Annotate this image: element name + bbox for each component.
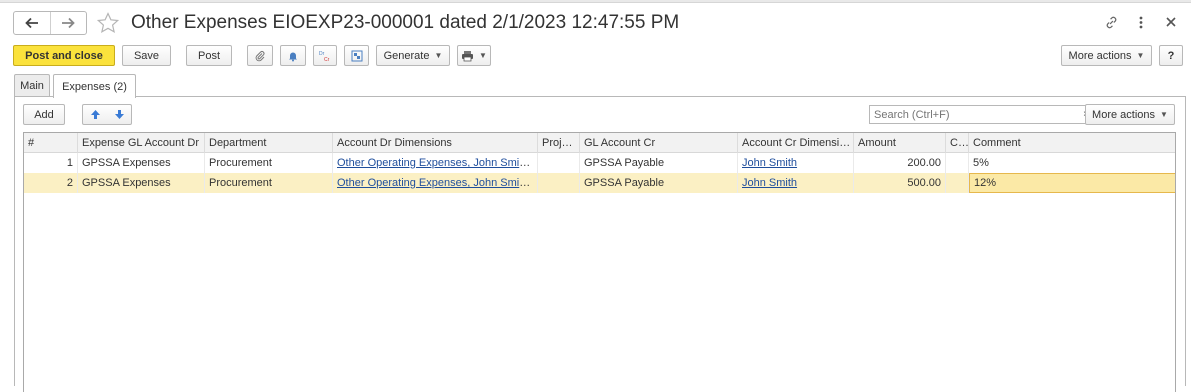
expenses-table: # Expense GL Account Dr Department Accou… [23, 132, 1176, 392]
table-row[interactable]: 2 GPSSA Expenses Procurement Other Opera… [24, 173, 1175, 193]
comment-cell-editing[interactable]: 12% [969, 173, 1175, 193]
window-top-strip [0, 0, 1191, 3]
account-dr-dimensions-cell[interactable]: Other Operating Expenses, John Smit… [333, 173, 538, 193]
account-cr-dimensions-link[interactable]: John Smith [742, 177, 797, 189]
bell-icon [289, 52, 297, 61]
page-title: Other Expenses EIOEXP23-000001 dated 2/1… [131, 12, 680, 33]
expense-gl-account-dr-cell[interactable]: GPSSA Expenses [78, 153, 205, 173]
department-cell[interactable]: Procurement [205, 173, 333, 193]
account-cr-dimensions-link[interactable]: John Smith [742, 157, 797, 169]
star-icon[interactable] [96, 11, 120, 35]
move-up-icon[interactable] [90, 109, 101, 120]
account-dr-dimensions-link[interactable]: Other Operating Expenses, John Smit… [337, 177, 533, 189]
move-down-icon[interactable] [114, 109, 125, 120]
row-number: 2 [24, 173, 78, 193]
column-header[interactable]: Comment [969, 133, 1175, 153]
move-buttons [82, 104, 132, 125]
chevron-down-icon: ▼ [434, 51, 443, 60]
expenses-panel: Add × More actions▼ # Expense GL Account… [14, 96, 1186, 392]
save-button[interactable]: Save [122, 45, 171, 66]
generate-button[interactable]: Generate ▼ [376, 45, 450, 66]
post-and-close-button[interactable]: Post and close [13, 45, 115, 66]
department-cell[interactable]: Procurement [205, 153, 333, 173]
title-bar: Other Expenses EIOEXP23-000001 dated 2/1… [0, 6, 1191, 40]
more-actions-label: More actions [1068, 49, 1132, 62]
column-header[interactable]: Department [205, 133, 333, 153]
arrow-right-icon [62, 17, 76, 29]
account-cr-dimensions-cell[interactable]: John Smith [738, 173, 854, 193]
expense-gl-account-dr-cell[interactable]: GPSSA Expenses [78, 173, 205, 193]
column-header[interactable]: C… [946, 133, 969, 153]
post-button[interactable]: Post [186, 45, 232, 66]
column-header[interactable]: Expense GL Account Dr [78, 133, 205, 153]
comment-cell[interactable]: 5% [969, 153, 1175, 173]
reminder-button[interactable] [280, 45, 306, 66]
c-cell[interactable] [946, 173, 969, 193]
structure-button[interactable] [344, 45, 369, 66]
chevron-down-icon: ▼ [1160, 110, 1168, 119]
gl-account-cr-cell[interactable]: GPSSA Payable [580, 153, 738, 173]
panel-more-actions-button[interactable]: More actions ▼ [1085, 104, 1175, 125]
column-header[interactable]: Account Cr Dimensi… [738, 133, 854, 153]
svg-text:Cr: Cr [324, 57, 330, 63]
account-cr-dimensions-cell[interactable]: John Smith [738, 153, 854, 173]
panel-more-actions-label: More actions [1092, 108, 1156, 121]
column-header[interactable]: Proj… [538, 133, 580, 153]
column-header[interactable]: Amount [854, 133, 946, 153]
paperclip-icon [255, 50, 265, 61]
back-button[interactable] [14, 12, 50, 34]
table-header: # Expense GL Account Dr Department Accou… [24, 133, 1175, 153]
project-cell[interactable] [538, 173, 580, 193]
amount-cell[interactable]: 500.00 [854, 173, 946, 193]
tab-main[interactable]: Main [14, 74, 50, 97]
search-input[interactable] [869, 105, 1078, 124]
column-header[interactable]: GL Account Cr [580, 133, 738, 153]
forward-button[interactable] [49, 12, 87, 34]
column-header[interactable]: Account Dr Dimensions [333, 133, 538, 153]
chevron-down-icon: ▼ [479, 51, 487, 60]
chevron-down-icon: ▼ [1136, 51, 1145, 60]
account-dr-dimensions-cell[interactable]: Other Operating Expenses, John Smit… [333, 153, 538, 173]
more-actions-button[interactable]: More actions ▼ [1061, 45, 1152, 66]
gl-account-cr-cell[interactable]: GPSSA Payable [580, 173, 738, 193]
print-button[interactable]: ▼ [457, 45, 491, 66]
structure-icon [351, 50, 362, 61]
table-row[interactable]: 1 GPSSA Expenses Procurement Other Opera… [24, 153, 1175, 173]
account-dr-dimensions-link[interactable]: Other Operating Expenses, John Smit… [337, 157, 533, 169]
dr-cr-button[interactable]: Dr Cr [313, 45, 337, 66]
help-button[interactable]: ? [1159, 45, 1183, 66]
tab-expenses[interactable]: Expenses (2) [53, 74, 136, 98]
amount-cell[interactable]: 200.00 [854, 153, 946, 173]
add-button[interactable]: Add [23, 104, 65, 125]
link-icon[interactable] [1103, 14, 1119, 30]
project-cell[interactable] [538, 153, 580, 173]
attach-button[interactable] [247, 45, 273, 66]
panel-toolbar: Add × More actions▼ [15, 97, 1185, 127]
print-icon [462, 50, 474, 61]
command-bar: Post and close Save Post Dr Cr Generate ▼ … [0, 45, 1191, 67]
close-icon[interactable] [1163, 14, 1179, 30]
arrow-left-icon [24, 17, 38, 29]
nav-arrows [13, 11, 87, 35]
column-header[interactable]: # [24, 133, 78, 153]
c-cell[interactable] [946, 153, 969, 173]
kebab-icon[interactable] [1133, 14, 1149, 30]
generate-label: Generate [383, 49, 430, 62]
row-number: 1 [24, 153, 78, 173]
dr-cr-icon: DrCr [319, 51, 330, 63]
